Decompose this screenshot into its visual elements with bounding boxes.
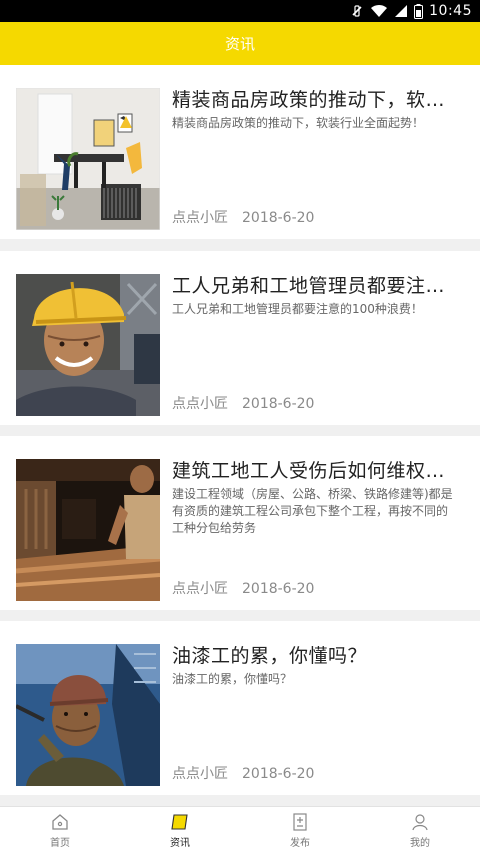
article-title[interactable]: 工人兄弟和工地管理员都要注意的100种浪费！	[172, 271, 464, 298]
status-bar: 10:45	[0, 0, 480, 22]
news-icon	[171, 814, 188, 830]
profile-icon	[412, 814, 428, 831]
article-author: 点点小匠	[172, 210, 228, 226]
article-date: 2018-6-20	[242, 210, 315, 226]
tab-home-label: 首页	[50, 838, 70, 849]
article-date: 2018-6-20	[242, 766, 315, 782]
worker-hardhat-photo-icon	[16, 274, 160, 416]
article-summary: 精装商品房政策的推动下，软装行业全面起势！	[172, 116, 425, 130]
article-meta: 点点小匠 2018-6-20	[172, 207, 314, 227]
tab-home[interactable]: 首页	[0, 807, 120, 854]
article-card[interactable]: 建筑工地工人受伤后如何维权？建筑工地工人受伤后如何维权 建设工程领域（房屋、公路…	[0, 436, 480, 610]
article-summary: 工人兄弟和工地管理员都要注意的100种浪费！	[172, 302, 423, 316]
publish-icon	[293, 813, 307, 831]
app-header: 资讯	[0, 22, 480, 65]
article-author: 点点小匠	[172, 766, 228, 782]
article-title[interactable]: 精装商品房政策的推动下，软装行业全面起势！	[172, 85, 464, 112]
tab-profile-label: 我的	[410, 838, 430, 849]
article-feed[interactable]: 精装商品房政策的推动下，软装行业全面起势！ 精装商品房政策的推动下，软装行业全面…	[0, 65, 480, 806]
article-card[interactable]: 精装商品房政策的推动下，软装行业全面起势！ 精装商品房政策的推动下，软装行业全面…	[0, 65, 480, 239]
status-time: 10:45	[429, 3, 472, 19]
article-summary: 油漆工的累，你懂吗？	[172, 672, 293, 686]
bottom-tab-bar: 首页 资讯 发布 我的	[0, 806, 480, 854]
article-date: 2018-6-20	[242, 581, 315, 597]
battery-icon	[414, 3, 424, 19]
home-icon	[52, 814, 68, 830]
article-title[interactable]: 油漆工的累，你懂吗？	[172, 641, 464, 668]
article-author: 点点小匠	[172, 581, 228, 597]
article-meta: 点点小匠 2018-6-20	[172, 393, 314, 413]
tab-news[interactable]: 资讯	[120, 807, 240, 854]
article-thumbnail[interactable]	[16, 644, 160, 786]
tab-publish[interactable]: 发布	[240, 807, 360, 854]
wifi-icon	[371, 4, 388, 17]
article-meta: 点点小匠 2018-6-20	[172, 763, 314, 783]
dining-room-photo-icon	[16, 88, 160, 230]
signal-icon	[395, 5, 408, 17]
page-title: 资讯	[224, 35, 255, 53]
vibrate-off-icon	[352, 5, 362, 17]
tab-profile[interactable]: 我的	[360, 807, 480, 854]
article-meta: 点点小匠 2018-6-20	[172, 578, 314, 598]
article-date: 2018-6-20	[242, 396, 315, 412]
article-thumbnail[interactable]	[16, 274, 160, 416]
article-thumbnail[interactable]	[16, 88, 160, 230]
painter-portrait-photo-icon	[16, 644, 160, 786]
article-title[interactable]: 建筑工地工人受伤后如何维权？建筑工地工人受伤后如何维权	[172, 456, 464, 483]
construction-site-photo-icon	[16, 459, 160, 601]
article-author: 点点小匠	[172, 396, 228, 412]
article-card[interactable]: 工人兄弟和工地管理员都要注意的100种浪费！ 工人兄弟和工地管理员都要注意的10…	[0, 251, 480, 425]
tab-news-label: 资讯	[170, 838, 190, 849]
status-icons: 10:45	[350, 2, 472, 20]
article-card[interactable]: 油漆工的累，你懂吗？ 油漆工的累，你懂吗？ 点点小匠 2018-6-20	[0, 621, 480, 795]
article-summary: 建设工程领域（房屋、公路、桥梁、铁路修建等)都是有资质的建筑工程公司承包下整个工…	[172, 487, 453, 535]
tab-publish-label: 发布	[290, 838, 310, 849]
article-thumbnail[interactable]	[16, 459, 160, 601]
